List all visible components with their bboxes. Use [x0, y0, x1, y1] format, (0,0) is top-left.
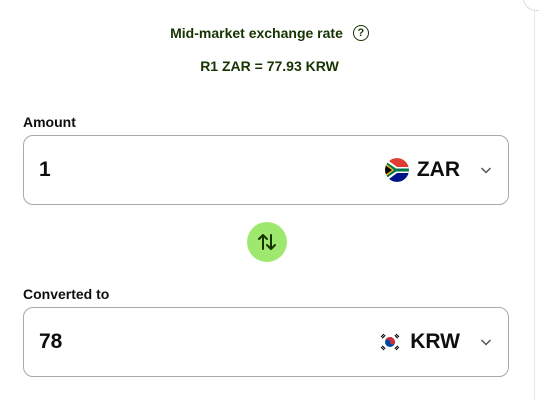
chevron-down-icon	[480, 167, 492, 174]
target-currency-select[interactable]: KRW	[378, 330, 492, 354]
target-currency-code: KRW	[410, 330, 460, 353]
rate-header: Mid-market exchange rate ?	[0, 25, 539, 41]
converted-input[interactable]: 78	[39, 330, 378, 354]
south-africa-flag-icon	[384, 158, 409, 182]
converted-label: Converted to	[23, 286, 110, 302]
amount-field[interactable]: 1 ZAR	[23, 135, 509, 205]
south-korea-flag-icon	[378, 330, 403, 354]
swap-vertical-arrows-icon	[258, 234, 276, 250]
amount-label: Amount	[23, 114, 76, 130]
rate-title: Mid-market exchange rate	[170, 25, 343, 41]
source-currency-code: ZAR	[416, 158, 460, 181]
swap-currencies-button[interactable]	[247, 222, 287, 262]
source-currency-select[interactable]: ZAR	[384, 158, 492, 182]
chevron-down-icon	[480, 339, 492, 346]
amount-input[interactable]: 1	[39, 158, 385, 182]
help-icon[interactable]: ?	[352, 25, 369, 41]
converted-field[interactable]: 78 KRW	[23, 307, 509, 377]
exchange-rate-value: R1 ZAR = 77.93 KRW	[200, 58, 339, 74]
